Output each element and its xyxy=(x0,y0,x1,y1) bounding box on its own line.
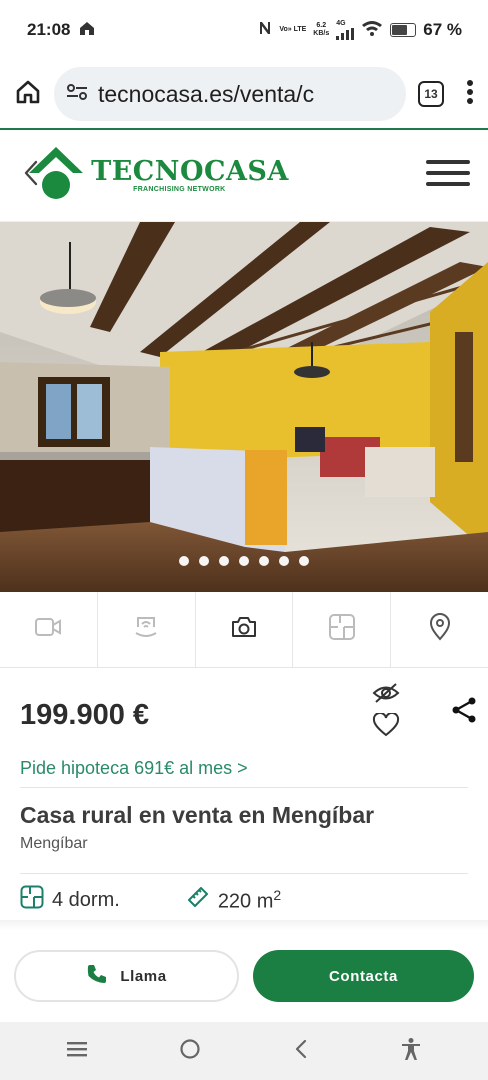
recent-apps-icon[interactable] xyxy=(66,1040,88,1063)
call-button[interactable]: Llama xyxy=(14,950,239,1002)
gallery-dot[interactable] xyxy=(179,556,189,566)
listing-price: 199.900 € xyxy=(20,698,150,731)
gallery-dot[interactable] xyxy=(219,556,229,566)
accessibility-icon[interactable] xyxy=(400,1037,422,1066)
ruler-icon xyxy=(186,885,210,915)
logo-house-icon xyxy=(27,145,85,206)
listing-features: 4 dorm. 220 m2 xyxy=(20,874,478,926)
net-type: Vo» LTE xyxy=(279,26,307,33)
listing-details: 199.900 € Pide hipoteca 691€ al mes > Ca… xyxy=(0,668,488,926)
price-actions xyxy=(372,682,478,742)
tab-video[interactable] xyxy=(0,592,98,667)
floorplan-icon xyxy=(328,613,356,646)
video-icon xyxy=(34,616,62,643)
gallery-dot[interactable] xyxy=(299,556,309,566)
tab-map[interactable] xyxy=(391,592,488,667)
virtual-tour-icon xyxy=(132,613,160,646)
gallery-dot[interactable] xyxy=(279,556,289,566)
media-tabs xyxy=(0,592,488,668)
tab-switcher-button[interactable]: 13 xyxy=(418,81,444,107)
feature-area: 220 m2 xyxy=(186,885,281,915)
logo-name: TECNOCASA xyxy=(91,156,289,187)
home-notification-icon xyxy=(78,20,96,41)
url-bar[interactable]: tecnocasa.es/venta/c xyxy=(54,67,406,121)
feature-bedrooms: 4 dorm. xyxy=(20,885,120,915)
price-row: 199.900 € xyxy=(20,668,478,756)
tab-photos[interactable] xyxy=(196,592,294,667)
tab-virtual-tour[interactable] xyxy=(98,592,196,667)
logo-text: TECNOCASA FRANCHISING NETWORK xyxy=(91,156,289,194)
bedroom-plan-icon xyxy=(20,885,44,915)
tab-floorplan[interactable] xyxy=(293,592,392,667)
mortgage-link[interactable]: Pide hipoteca 691€ al mes > xyxy=(20,756,468,788)
area-number: 220 m xyxy=(217,890,274,913)
hide-listing-icon[interactable] xyxy=(372,682,400,709)
gallery-dot[interactable] xyxy=(259,556,269,566)
net-speed-unit: KB/s xyxy=(313,30,330,37)
nav-back-icon[interactable] xyxy=(293,1039,309,1064)
phone-icon xyxy=(86,963,108,989)
footer-shadow xyxy=(0,920,488,930)
listing-title: Casa rural en venta en Mengíbar xyxy=(20,802,375,828)
status-right: Vo» LTE 6.2 KB/s 4G 67 % xyxy=(258,20,462,41)
browser-toolbar: tecnocasa.es/venta/c 13 xyxy=(0,60,488,130)
wifi-icon xyxy=(361,20,383,41)
listing-location: Mengíbar xyxy=(20,835,468,874)
property-photo-gallery[interactable] xyxy=(0,222,488,592)
battery-icon xyxy=(390,23,417,37)
gallery-pagination[interactable] xyxy=(0,556,488,566)
gallery-dot[interactable] xyxy=(239,556,249,566)
battery-level: 67 % xyxy=(423,20,462,39)
url-text[interactable]: tecnocasa.es/venta/c xyxy=(98,81,314,108)
area-unit-sup: 2 xyxy=(273,886,282,903)
nfc-icon xyxy=(258,20,272,41)
signal-label: 4G xyxy=(336,20,346,27)
logo-subtitle: FRANCHISING NETWORK xyxy=(133,186,226,193)
status-left: 21:08 xyxy=(27,20,96,41)
heart-icon[interactable] xyxy=(372,711,400,742)
property-photo xyxy=(0,222,488,592)
cell-signal-icon: 4G xyxy=(336,20,355,40)
system-navigation-bar xyxy=(0,1022,488,1080)
contact-button[interactable]: Contacta xyxy=(253,950,474,1002)
gallery-dot[interactable] xyxy=(199,556,209,566)
hamburger-menu-icon[interactable] xyxy=(426,158,470,193)
home-circle-icon[interactable] xyxy=(179,1038,201,1065)
bedrooms-value: 4 dorm. xyxy=(52,888,120,911)
net-speed-value: 6.2 xyxy=(316,22,327,29)
site-header: TECNOCASA FRANCHISING NETWORK xyxy=(0,130,488,222)
site-settings-icon[interactable] xyxy=(66,82,88,107)
status-time: 21:08 xyxy=(27,20,71,39)
browser-home-icon[interactable] xyxy=(14,78,42,111)
status-bar: 21:08 Vo» LTE 6.2 KB/s 4G 67 % xyxy=(0,0,488,60)
area-value: 220 m2 xyxy=(218,887,281,914)
browser-menu-icon[interactable] xyxy=(466,79,474,110)
camera-icon xyxy=(230,615,258,644)
favorite-actions xyxy=(372,682,400,742)
call-label: Llama xyxy=(120,967,167,985)
contact-bar: Llama Contacta xyxy=(0,930,488,1022)
net-speed: 6.2 KB/s xyxy=(313,22,329,38)
tecnocasa-logo[interactable]: TECNOCASA FRANCHISING NETWORK xyxy=(27,145,289,206)
share-icon[interactable] xyxy=(450,696,478,729)
location-pin-icon xyxy=(428,613,452,646)
